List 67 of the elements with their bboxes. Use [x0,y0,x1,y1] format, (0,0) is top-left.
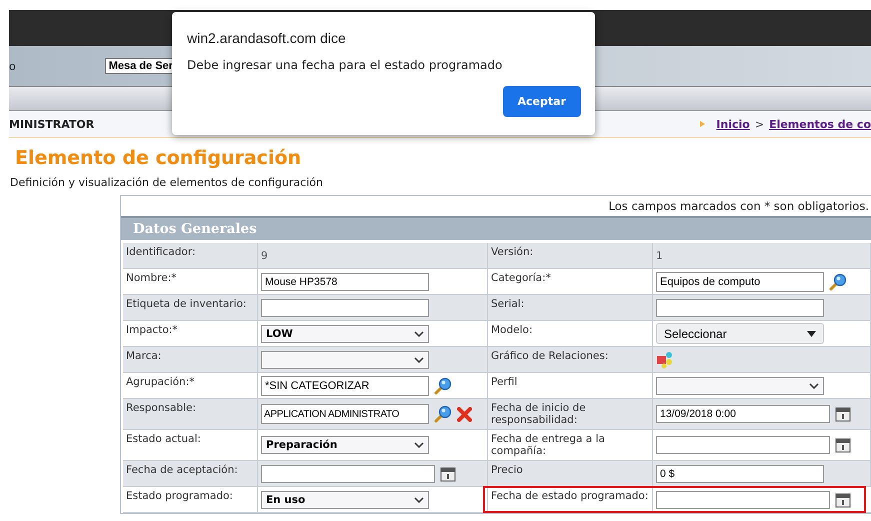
caret-down-icon [807,330,816,336]
select-field[interactable] [261,350,429,368]
dialog-title: win2.arandasoft.com dice [187,30,347,46]
field-label: Agrupación:* [123,373,258,398]
search-icon[interactable] [829,272,847,290]
field-label: Serial: [488,295,653,320]
breadcrumb-link[interactable]: Inicio [716,118,750,130]
chevron-down-icon [809,382,819,388]
dialog-message: Debe ingresar una fecha para el estado programado [187,58,504,72]
field-label: Modelo: [488,321,653,346]
text-field[interactable]: 0 $ [656,464,824,482]
date-field[interactable] [656,436,830,454]
field-label: Perfil [488,373,653,398]
text-field[interactable]: *SIN CATEGORIZAR [261,376,429,396]
date-field[interactable] [656,490,830,508]
text-field[interactable] [656,298,824,316]
page-title: Elemento de configuración [15,147,302,169]
field-label: Identificador: [123,243,258,268]
field-label: Impacto:* [123,321,258,346]
relations-icon[interactable] [656,350,674,368]
text-field[interactable] [261,298,429,316]
date-field[interactable]: 13/09/2018 0:00 [656,405,830,423]
field-label: Fecha de inicio de responsabilidad: [488,399,653,429]
field-label: Fecha de estado programado: [488,487,653,512]
field-label: Precio [488,461,653,486]
accept-button[interactable]: Aceptar [502,86,581,117]
search-icon[interactable] [434,405,452,423]
field-label: Estado programado: [123,487,258,512]
calendar-icon[interactable] [835,492,851,508]
text-field[interactable]: APPLICATION ADMINISTRATO [261,404,429,424]
breadcrumb-separator: > [754,118,764,130]
chevron-down-icon [414,330,424,336]
calendar-icon[interactable] [835,406,851,422]
field-label: Nombre:* [123,269,258,294]
breadcrumb-link[interactable]: Elementos de co [769,118,871,130]
required-note: Los campos marcados con * son obligatorios. [608,198,870,215]
field-value: 9 [261,250,268,262]
field-label: Versión: [488,243,653,268]
chevron-down-icon [414,442,424,448]
calendar-icon[interactable] [835,437,851,453]
field-label: Fecha de aceptación: [123,461,258,486]
select-field[interactable]: LOW [261,324,429,342]
select-field[interactable] [656,376,824,394]
field-label: Marca: [123,347,258,372]
field-label: Estado actual: [123,430,258,460]
field-label: Categoría:* [488,269,653,294]
field-label: Gráfico de Relaciones: [488,347,653,372]
field-label: Fecha de entrega a la compañía: [488,430,653,460]
select-field[interactable]: Preparación [261,436,429,454]
page-subtitle: Definición y visualización de elementos de configuración [10,176,324,189]
bullet-icon [700,121,706,127]
chevron-down-icon [414,496,424,502]
search-icon[interactable] [434,376,452,394]
dropdown-button[interactable]: Seleccionar [656,323,824,344]
text-field[interactable]: Mouse HP3578 [261,272,429,290]
field-value: 1 [656,250,663,262]
user-name: MINISTRATOR [9,118,94,130]
menu-text: o [9,60,16,72]
section-title: Datos Generales [133,221,257,237]
field-label: Etiqueta de inventario: [123,295,258,320]
date-field[interactable] [261,464,435,482]
select-field[interactable]: En uso [261,490,429,508]
text-field[interactable]: Equipos de computo [656,272,824,292]
field-label: Responsable: [123,399,258,429]
calendar-icon[interactable] [440,466,456,482]
close-icon[interactable] [457,406,472,422]
chevron-down-icon [414,356,424,362]
